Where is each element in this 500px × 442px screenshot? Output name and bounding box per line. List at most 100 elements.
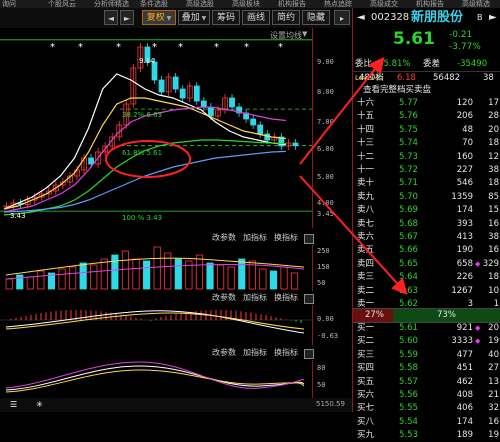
macd-edit-params-button[interactable]: 改参数 — [212, 292, 236, 303]
sell-level-label: 十一 — [357, 165, 375, 175]
volume-expand-icon[interactable] — [304, 234, 314, 244]
sell-row[interactable]: 十四 5.75 48 20 — [353, 124, 500, 137]
sell-row[interactable]: 卖三 5.64 226 18 — [353, 271, 500, 284]
sell-volume: 190 — [456, 245, 473, 256]
volume-bar — [5, 278, 13, 290]
bottom-icon-2[interactable]: ✳ — [36, 400, 43, 409]
sell-row[interactable]: 十二 5.73 160 12 — [353, 151, 500, 164]
macd-add-indicator-button[interactable]: 加指标 — [243, 292, 267, 303]
buy-row[interactable]: 买六 5.56 408 21 — [353, 389, 500, 402]
back-icon[interactable]: ◄ — [357, 11, 365, 24]
sell-row[interactable]: 卖七 5.68 393 16 — [353, 218, 500, 231]
price-chart-panel[interactable]: * * * * * * * * 设置均线 ▼ 9.14 3.43 38.2% 6.83 61.… — [0, 28, 352, 228]
menu-item-5[interactable]: 高级板块 — [232, 0, 260, 8]
toolbar-scroll-button[interactable]: ▸ — [334, 10, 350, 25]
buy-row[interactable]: 买四 5.58 451 27 — [353, 362, 500, 375]
menu-item-1[interactable]: 个股风云 — [48, 0, 76, 8]
buy-price: 5.55 — [399, 403, 418, 414]
kdj-add-indicator-button[interactable]: 加指标 — [243, 347, 267, 358]
price-change-pct: -3.77% — [449, 42, 481, 52]
quote-panel: ◄ 002328 新朋股份 B ► 5.61 -0.21 -3.77% 委比 -… — [352, 8, 500, 440]
kdj-switch-indicator-button[interactable]: 换指标 — [274, 347, 298, 358]
buy-level-label: 买三 — [357, 349, 375, 360]
next-button[interactable]: ► — [120, 10, 134, 25]
sell-count: 18 — [488, 272, 499, 283]
buy-row[interactable]: 买五 5.57 462 13 — [353, 376, 500, 389]
buy-level-label: 买二 — [357, 336, 375, 347]
full-orderbook-button[interactable]: 查看完整档买卖盘 — [353, 84, 500, 97]
sell-count: 15 — [488, 205, 499, 216]
next-stock-icon[interactable]: ► — [489, 11, 497, 24]
sell-row[interactable]: 卖六 5.67 413 38 — [353, 231, 500, 244]
sell-price: 5.67 — [399, 232, 418, 242]
candlestick-chart[interactable]: * * * * * * * * — [0, 28, 352, 228]
sell-volume: 174 — [456, 205, 473, 216]
buy-row[interactable]: 买八 5.54 174 16 — [353, 416, 500, 429]
draw-line-button[interactable]: 画线 — [242, 10, 270, 25]
menu-item-7[interactable]: 热点追踪 — [324, 0, 352, 8]
buy-volume: 921 — [456, 323, 473, 333]
hide-button[interactable]: 隐藏 — [302, 10, 330, 25]
buy-row[interactable]: 买七 5.55 406 32 — [353, 402, 500, 415]
kdj-expand-icon[interactable] — [304, 349, 314, 359]
buy-price: 5.60 — [399, 336, 418, 347]
ma-setting-link[interactable]: 设置均线 — [270, 30, 302, 41]
sell-volume: 70 — [462, 138, 473, 149]
sell-row[interactable]: 十六 5.77 120 17 — [353, 97, 500, 110]
kdj-edit-params-button[interactable]: 改参数 — [212, 347, 236, 358]
fuquan-button[interactable]: 复权 ▼ — [142, 10, 176, 25]
sell-price: 5.63 — [399, 285, 418, 296]
buy-volume: 477 — [456, 349, 473, 360]
buy-row[interactable]: 买一 5.61 921 ◆ 20 — [353, 322, 500, 335]
menu-item-0[interactable]: 询问 — [2, 0, 16, 8]
volume-bar — [269, 270, 278, 290]
ma20-line — [3, 106, 286, 213]
menu-item-6[interactable]: 机构报告 — [278, 0, 306, 8]
bottom-icon-1[interactable]: ☰ — [10, 400, 17, 409]
sell-row[interactable]: 卖二 5.63 1267 10 — [353, 285, 500, 298]
buy-row[interactable]: 买二 5.60 3333 ◆ 19 — [353, 335, 500, 348]
volume-bar — [280, 266, 288, 290]
volume-ma-line — [5, 257, 305, 276]
volume-bar — [259, 268, 267, 290]
star-marker: * — [214, 42, 219, 53]
buy-ratio: 73% — [437, 310, 456, 320]
level-tab-row[interactable]: Level-2 480档 6.18 56482 38 — [353, 71, 500, 85]
menu-item-2[interactable]: 分析师精选 — [94, 0, 129, 8]
macd-expand-icon[interactable] — [304, 294, 314, 304]
chips-button[interactable]: 筹码 — [212, 10, 240, 25]
volume-add-indicator-button[interactable]: 加指标 — [243, 232, 267, 243]
sell-row[interactable]: 十一 5.72 227 38 — [353, 164, 500, 177]
sell-row[interactable]: 卖八 5.69 174 15 — [353, 204, 500, 217]
menu-item-8[interactable]: 高级成交 — [370, 0, 398, 8]
buy-count: 19 — [488, 430, 499, 441]
volume-edit-params-button[interactable]: 改参数 — [212, 232, 236, 243]
buy-level-label: 买五 — [357, 376, 375, 387]
overlay-button[interactable]: 叠加 ▼ — [178, 10, 210, 25]
sell-count: 38 — [488, 165, 499, 175]
menu-item-9[interactable]: 机构报告 — [416, 0, 444, 8]
menu-item-10[interactable]: 高级精选 — [462, 0, 490, 8]
buy-row[interactable]: 买三 5.59 477 40 — [353, 349, 500, 362]
sell-row[interactable]: 卖九 5.70 1359 85 — [353, 191, 500, 204]
volume-bar — [121, 250, 130, 290]
sell-level-label: 卖八 — [357, 205, 375, 216]
sell-row[interactable]: 十五 5.76 206 28 — [353, 110, 500, 123]
sell-row[interactable]: 卖五 5.66 190 16 — [353, 244, 500, 257]
buy-row[interactable]: 买九 5.53 189 19 — [353, 429, 500, 442]
macd-switch-indicator-button[interactable]: 换指标 — [274, 292, 298, 303]
menu-item-3[interactable]: 条件选股 — [140, 0, 168, 8]
menu-item-4[interactable]: 高级选股 — [186, 0, 214, 8]
volume-bar — [206, 262, 214, 290]
simple-button[interactable]: 简约 — [272, 10, 300, 25]
sell-row[interactable]: 卖十 5.71 546 18 — [353, 177, 500, 190]
sell-row[interactable]: 十三 5.74 70 18 — [353, 137, 500, 150]
buy-price: 5.57 — [399, 376, 418, 387]
macd-indicator-bar: 改参数 加指标 换指标 — [0, 291, 352, 305]
ma-setting-arrow-icon[interactable]: ▼ — [302, 30, 307, 38]
kdj-indicator-bar: 改参数 加指标 换指标 — [0, 346, 352, 360]
price-y-axis: 9.00 8.00 7.00 6.00 5.00 4.00 3.45 — [312, 28, 353, 228]
volume-switch-indicator-button[interactable]: 换指标 — [274, 232, 298, 243]
prev-button[interactable]: ◄ — [104, 10, 118, 25]
sell-row[interactable]: 卖四 5.65 658 ◆ 329 — [353, 258, 500, 271]
